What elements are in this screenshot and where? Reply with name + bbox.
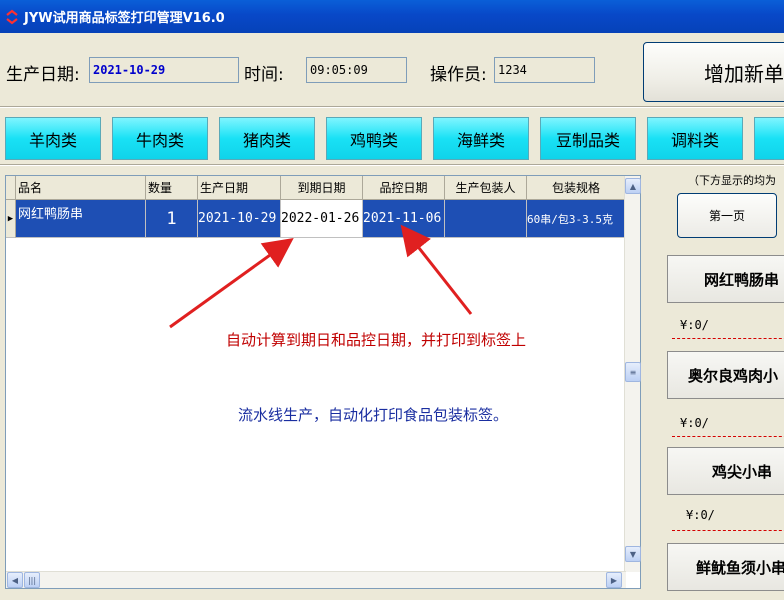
product-button-duck-intestine[interactable]: 网红鸭肠串 (667, 255, 784, 303)
product-button-orleans-chicken[interactable]: 奥尔良鸡肉小 (667, 351, 784, 399)
product-price: ¥:0/ (680, 318, 709, 332)
divider (672, 338, 784, 339)
product-price: ¥:0/ (680, 416, 709, 430)
divider (672, 530, 784, 531)
annotation-pipeline: 流水线生产，自动化打印食品包装标签。 (238, 406, 509, 424)
arrow-expire-date (169, 237, 294, 329)
product-button-squid[interactable]: 鲜鱿鱼须小串 (667, 543, 784, 591)
annotation-auto-calc: 自动计算到期日和品控日期，并打印到标签上 (226, 331, 527, 349)
product-button-chicken-tip[interactable]: 鸡尖小串 (667, 447, 784, 495)
product-price: ¥:0/ (686, 508, 715, 522)
product-list-note: （下方显示的均为 (688, 174, 776, 187)
divider (672, 436, 784, 437)
arrow-qc-date (400, 224, 473, 315)
first-page-button[interactable]: 第一页 (677, 193, 777, 238)
